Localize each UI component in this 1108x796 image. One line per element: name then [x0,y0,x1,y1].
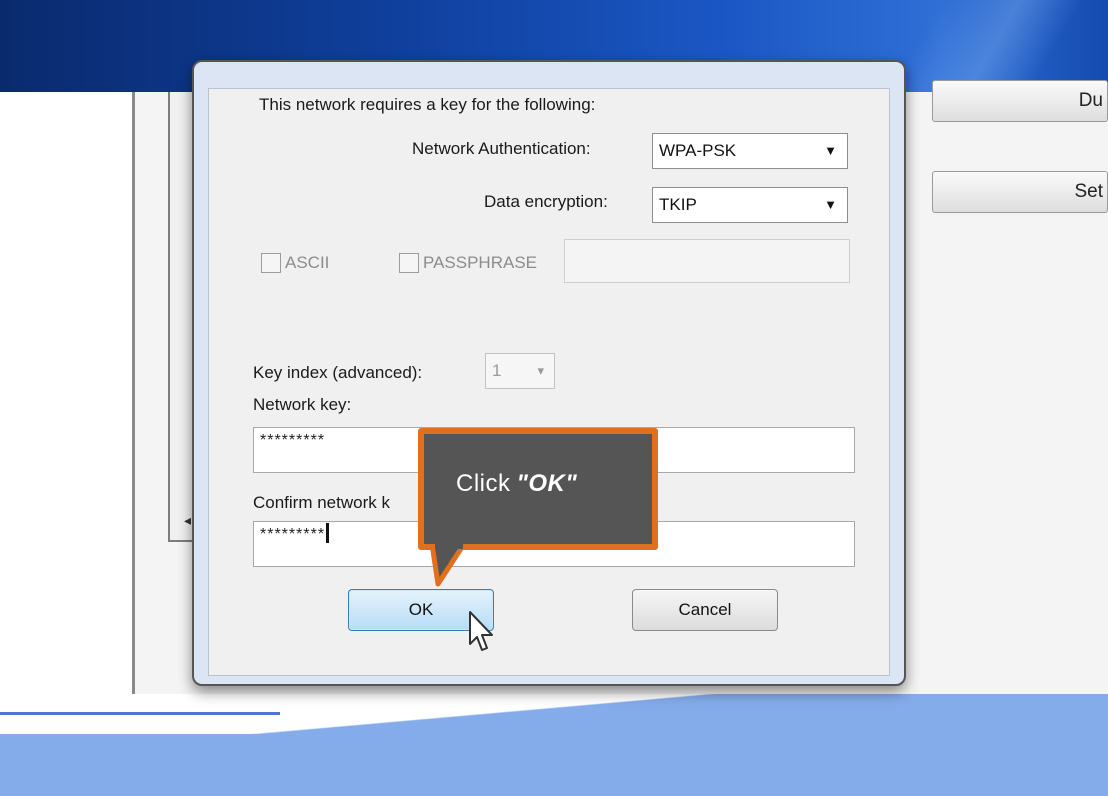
network-authentication-label: Network Authentication: [412,139,591,158]
ascii-label: ASCII [285,253,330,272]
text-cursor-icon [326,523,330,543]
passphrase-label: PASSPHRASE [423,253,538,272]
passphrase-input[interactable] [564,239,850,283]
confirm-network-key-value: ********* [260,526,326,543]
background-button-du[interactable]: Du [932,80,1108,122]
data-encryption-select[interactable]: TKIP ▼ [652,187,848,223]
bottom-taskbar [0,694,1108,796]
callout-tail [430,544,467,587]
key-index-select[interactable]: 1 ▾ [485,353,555,389]
key-index-label: Key index (advanced): [253,363,423,382]
requires-key-text: This network requires a key for the foll… [259,95,596,114]
network-key-value: ********* [260,432,326,449]
mouse-pointer-icon [469,611,493,651]
confirm-network-key-label: Confirm network k [253,493,390,512]
chevron-down-icon: ▼ [824,197,837,212]
callout-target: "OK" [516,470,578,497]
bottom-accent-line [0,712,280,715]
background-button-set[interactable]: Set [932,171,1108,213]
key-index-value: 1 [492,361,502,380]
data-encryption-label: Data encryption: [484,192,608,211]
scroll-left-icon[interactable]: ◂ [184,512,191,529]
chevron-down-icon: ▼ [824,143,837,158]
chevron-down-icon: ▾ [537,363,544,378]
wireless-key-dialog: This network requires a key for the foll… [192,60,906,686]
network-authentication-select[interactable]: WPA-PSK ▼ [652,133,848,169]
cancel-button[interactable]: Cancel [632,589,778,631]
data-encryption-value: TKIP [659,195,697,214]
dialog-body: This network requires a key for the foll… [208,88,890,676]
callout-prefix: Click [456,470,511,497]
ascii-checkbox[interactable] [261,253,281,273]
callout-text: Click "OK" [456,470,577,498]
network-key-label: Network key: [253,395,352,414]
passphrase-checkbox[interactable] [399,253,419,273]
network-authentication-value: WPA-PSK [659,141,737,160]
tutorial-callout: Click "OK" [418,428,658,550]
background-left-column [0,92,135,712]
